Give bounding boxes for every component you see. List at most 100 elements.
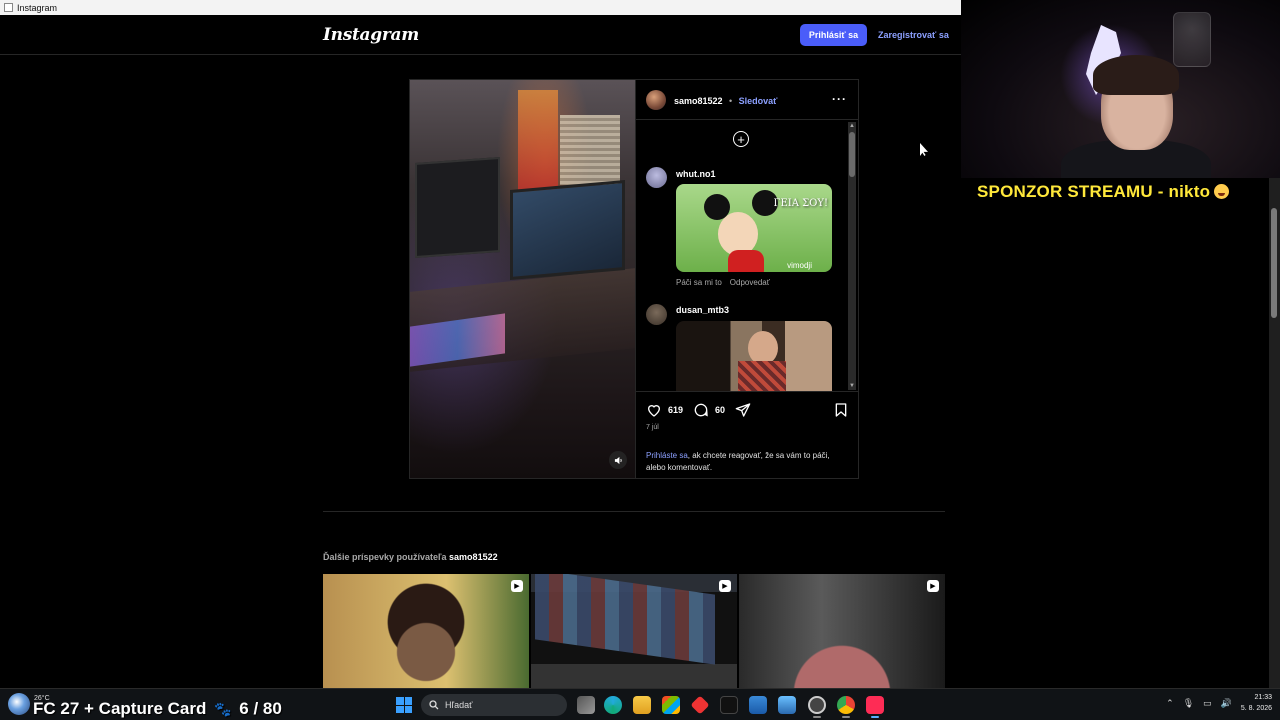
page-scrollbar-thumb[interactable] <box>1271 208 1277 318</box>
volume-icon[interactable] <box>609 451 627 469</box>
system-tray: ⌃ 🎙 ▭ 🔊 21:33 5. 8. 2026 <box>1166 692 1272 714</box>
chrome-icon[interactable] <box>837 696 855 714</box>
paw-icon: 🐾 <box>214 701 232 717</box>
video-frame-blinds <box>560 115 620 185</box>
stream-goal-label: FC 27 + Capture Card <box>33 699 207 718</box>
post-thumbnail[interactable]: ▶ <box>323 574 529 688</box>
comments-count: 60 <box>715 405 726 415</box>
post-username[interactable]: samo81522 <box>674 96 723 106</box>
clock-time: 21:33 <box>1254 694 1272 701</box>
file-explorer-icon[interactable] <box>633 696 651 714</box>
comments-list: + whut.no1 ΓΕΙΑ ΣΟΥ! vimodji Páči sa mi … <box>636 121 859 391</box>
stream-overlay: SPONZOR STREAMU - nikto <box>961 0 1280 688</box>
tiktok-icon[interactable] <box>720 696 738 714</box>
stream-goal-text: FC 27 + Capture Card 🐾 6 / 80 <box>33 699 282 719</box>
comment-gif <box>676 321 832 391</box>
notepad-icon[interactable] <box>749 696 767 714</box>
scroll-up-icon[interactable]: ▲ <box>848 122 856 130</box>
comment-avatar[interactable] <box>646 167 667 188</box>
comments-scrollbar[interactable]: ▲ ▼ <box>848 122 856 390</box>
chevron-up-icon[interactable]: ⌃ <box>1166 698 1174 709</box>
active-indicator <box>842 716 850 718</box>
windows-start-icon[interactable] <box>396 697 412 713</box>
video-frame-monitor-right <box>510 179 625 281</box>
search-icon <box>429 700 439 710</box>
post-thumbnail[interactable]: ▶ <box>739 574 945 688</box>
instagram-logo[interactable]: Instagram <box>323 25 419 45</box>
likes-count: 619 <box>668 405 684 415</box>
section-divider <box>323 511 945 512</box>
follow-button[interactable]: Sledovať <box>739 96 778 106</box>
edge-icon[interactable] <box>604 696 622 714</box>
weather-icon[interactable] <box>8 693 30 715</box>
gif-person-shirt <box>738 361 786 391</box>
stream-goal-count: 6 / 80 <box>239 699 282 718</box>
taskbar-search[interactable]: Hľadať <box>421 694 567 716</box>
task-view-icon[interactable] <box>577 696 595 714</box>
share-icon[interactable] <box>735 402 751 418</box>
comment-gif: ΓΕΙΑ ΣΟΥ! vimodji <box>676 184 832 272</box>
comment-like-button[interactable]: Páči sa mi to <box>676 278 722 287</box>
taskbar: 26°C FC 27 + Capture Card 🐾 6 / 80 Hľada… <box>0 688 1280 720</box>
window-titlebar: Instagram <box>0 0 961 15</box>
comment-actions: Páči sa mi to Odpovedať <box>676 278 770 287</box>
avatar[interactable] <box>646 89 666 110</box>
comment-icon[interactable] <box>693 402 709 418</box>
instagram-page: Instagram Prihlásiť sa Zaregistrovať sa … <box>0 15 961 688</box>
gif-person-head <box>748 331 778 365</box>
webcam-feed <box>961 0 1280 178</box>
post-thumbnail[interactable]: ▶ <box>531 574 737 688</box>
page-scrollbar[interactable] <box>1269 178 1280 688</box>
scrollbar-thumb[interactable] <box>849 132 855 177</box>
reel-icon: ▶ <box>927 580 939 592</box>
comment-username[interactable]: dusan_mtb3 <box>676 305 729 315</box>
tiktok-live-icon[interactable] <box>866 696 884 714</box>
post-date: 7 júl <box>646 424 659 431</box>
more-posts-prefix: Ďalšie príspevky používateľa <box>323 552 447 562</box>
clock[interactable]: 21:33 5. 8. 2026 <box>1241 692 1272 714</box>
comment-reply-button[interactable]: Odpovedať <box>730 278 770 287</box>
more-horizontal-icon[interactable]: ··· <box>832 92 847 106</box>
store-icon[interactable] <box>662 696 680 714</box>
bookmark-icon[interactable] <box>833 402 849 418</box>
more-posts-title: Ďalšie príspevky používateľa samo81522 <box>323 552 498 562</box>
comment-username[interactable]: whut.no1 <box>676 169 716 179</box>
clock-date: 5. 8. 2026 <box>1240 705 1272 712</box>
sponsor-label: SPONZOR STREAMU - nikto <box>977 182 1211 201</box>
scroll-down-icon[interactable]: ▼ <box>848 382 856 390</box>
app-diamond-icon[interactable] <box>690 695 710 715</box>
login-prompt: Prihláste sa, ak chcete reagovať, že sa … <box>646 450 846 474</box>
post-sidebar: samo81522 • Sledovať ··· + whut.no1 ΓΕΙΑ… <box>635 80 859 479</box>
gif-watermark: vimodji <box>787 261 812 270</box>
obs-icon[interactable] <box>808 696 826 714</box>
post-video[interactable] <box>410 80 635 478</box>
post-header: samo81522 • Sledovať ··· <box>636 80 859 120</box>
volume-icon[interactable]: 🔊 <box>1221 698 1232 709</box>
photos-icon[interactable] <box>778 696 796 714</box>
emoji-icon <box>1214 184 1230 199</box>
login-button[interactable]: Prihlásiť sa <box>800 24 867 46</box>
comment-avatar[interactable] <box>646 304 667 325</box>
ig-header: Instagram Prihlásiť sa Zaregistrovať sa <box>0 15 961 55</box>
active-indicator <box>871 716 879 718</box>
more-posts-username[interactable]: samo81522 <box>449 552 498 562</box>
microphone-icon[interactable]: 🎙 <box>1183 698 1194 709</box>
separator-dot: • <box>729 95 733 106</box>
streamer-hair <box>1093 55 1179 95</box>
reel-icon: ▶ <box>719 580 731 592</box>
register-link[interactable]: Zaregistrovať sa <box>878 24 949 46</box>
gif-mickey-body <box>728 250 764 272</box>
thumbnail-tv <box>535 574 715 665</box>
more-posts-grid: ▶ ▶ ▶ <box>323 574 945 688</box>
post-actions: 619 60 7 júl Prihláste sa, ak chcete rea… <box>636 391 859 479</box>
jar <box>1173 12 1211 67</box>
gif-caption: ΓΕΙΑ ΣΟΥ! <box>773 198 828 209</box>
action-row: 619 60 <box>646 402 751 418</box>
post-card: samo81522 • Sledovať ··· + whut.no1 ΓΕΙΑ… <box>409 79 859 479</box>
plus-circle-icon[interactable]: + <box>733 131 749 147</box>
heart-icon[interactable] <box>646 402 662 418</box>
app-icon <box>4 3 13 12</box>
search-placeholder: Hľadať <box>445 700 473 710</box>
network-icon[interactable]: ▭ <box>1203 698 1212 709</box>
login-prompt-link[interactable]: Prihláste sa <box>646 451 688 460</box>
